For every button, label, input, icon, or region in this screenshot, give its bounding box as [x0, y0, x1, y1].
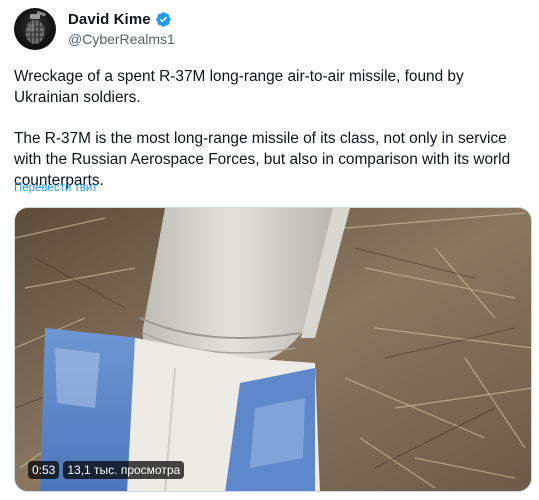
tweet-card: David Kime @CyberRealms1 Wreckage of a s…: [0, 0, 539, 500]
author-handle[interactable]: @CyberRealms1: [68, 31, 175, 47]
video-views-badge: 13,1 тыс. просмотра: [63, 461, 185, 479]
video-frame: [15, 208, 531, 491]
name-row: David Kime: [68, 9, 175, 29]
video-badges: 0:53 13,1 тыс. просмотра: [28, 461, 185, 479]
tweet-text: Wreckage of a spent R-37M long-range air…: [14, 66, 526, 191]
verified-badge-icon: [155, 11, 171, 27]
avatar[interactable]: [14, 8, 56, 50]
video-player[interactable]: [14, 207, 532, 492]
tweet-paragraph-1: Wreckage of a spent R-37M long-range air…: [14, 68, 464, 106]
translate-tweet-link[interactable]: Перевести твит: [14, 182, 98, 194]
author-display-name[interactable]: David Kime: [68, 11, 151, 28]
video-duration-badge: 0:53: [28, 461, 60, 479]
grenade-icon: [25, 11, 46, 44]
author-info: David Kime @CyberRealms1: [68, 9, 175, 48]
